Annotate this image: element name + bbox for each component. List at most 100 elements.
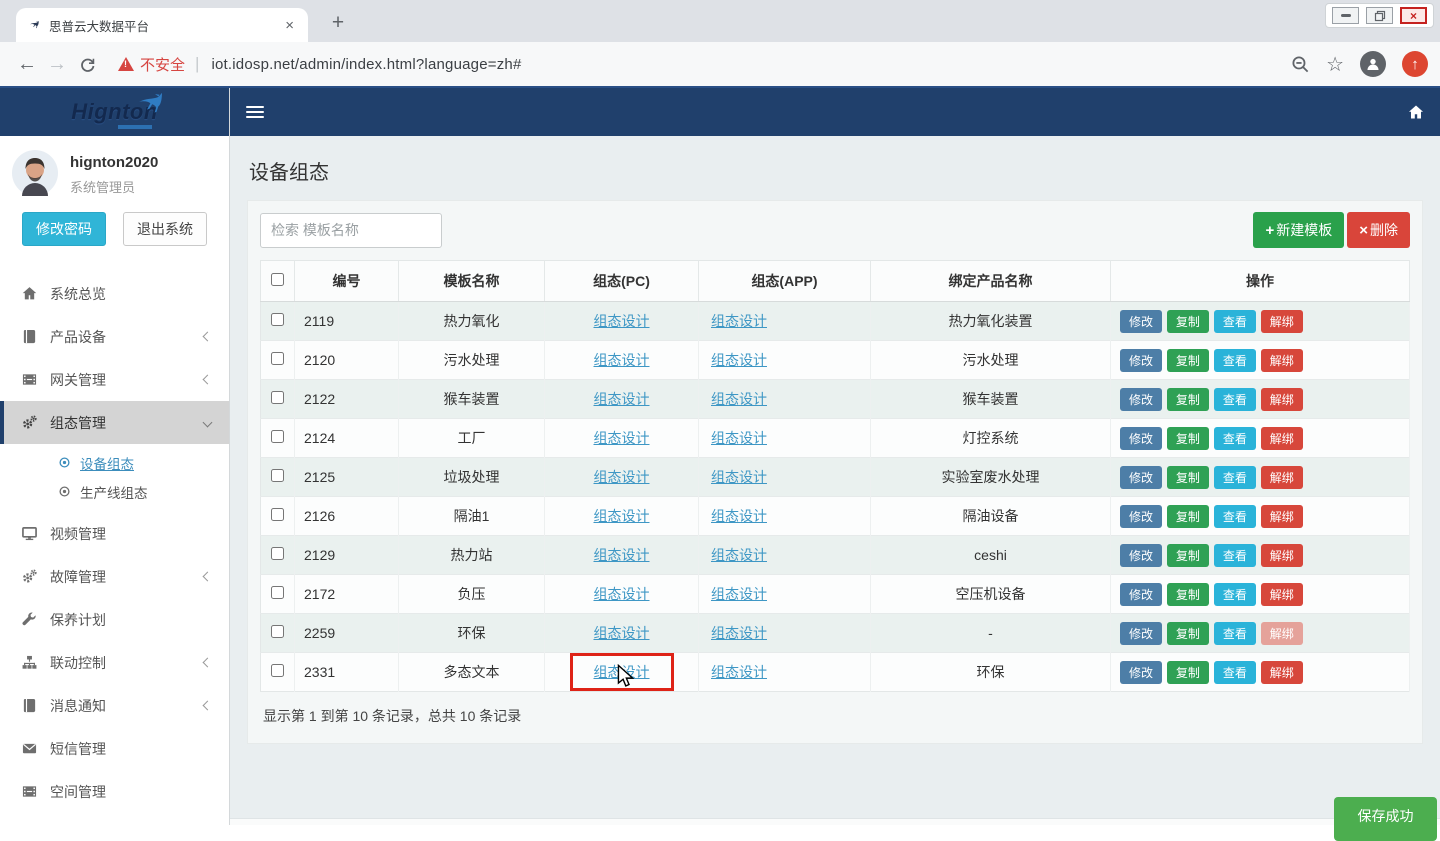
copy-button[interactable]: 复制 (1167, 583, 1209, 606)
unbind-button[interactable]: 解绑 (1261, 466, 1303, 489)
delete-button[interactable]: ×删除 (1347, 212, 1410, 248)
modify-button[interactable]: 修改 (1120, 661, 1162, 684)
config-design-app-link[interactable]: 组态设计 (711, 508, 767, 524)
modify-button[interactable]: 修改 (1120, 622, 1162, 645)
config-design-app-link[interactable]: 组态设计 (711, 586, 767, 602)
config-design-pc-link[interactable]: 组态设计 (594, 586, 650, 602)
logout-button[interactable]: 退出系统 (123, 212, 207, 246)
modify-button[interactable]: 修改 (1120, 466, 1162, 489)
sidebar-item-notifications[interactable]: 消息通知 (0, 684, 229, 727)
row-checkbox[interactable] (271, 508, 284, 521)
config-design-pc-link[interactable]: 组态设计 (594, 313, 650, 329)
new-template-button[interactable]: +新建模板 (1253, 212, 1344, 248)
browser-tab[interactable]: 思普云大数据平台 × (16, 8, 308, 42)
tab-close-icon[interactable]: × (281, 17, 298, 34)
config-design-pc-link[interactable]: 组态设计 (594, 430, 650, 446)
view-button[interactable]: 查看 (1214, 466, 1256, 489)
reload-icon[interactable] (72, 56, 102, 73)
unbind-button[interactable]: 解绑 (1261, 661, 1303, 684)
row-checkbox[interactable] (271, 313, 284, 326)
sidebar-item-gateway[interactable]: 网关管理 (0, 358, 229, 401)
view-button[interactable]: 查看 (1214, 622, 1256, 645)
modify-button[interactable]: 修改 (1120, 583, 1162, 606)
row-checkbox[interactable] (271, 391, 284, 404)
select-all-checkbox[interactable] (271, 273, 284, 286)
unbind-button[interactable]: 解绑 (1261, 544, 1303, 567)
config-design-app-link[interactable]: 组态设计 (711, 391, 767, 407)
row-checkbox[interactable] (271, 586, 284, 599)
copy-button[interactable]: 复制 (1167, 661, 1209, 684)
copy-button[interactable]: 复制 (1167, 466, 1209, 489)
unbind-button[interactable]: 解绑 (1261, 349, 1303, 372)
unbind-button[interactable]: 解绑 (1261, 622, 1303, 645)
sidebar-item-sms[interactable]: 短信管理 (0, 727, 229, 770)
change-password-button[interactable]: 修改密码 (22, 212, 106, 246)
sidebar-item-production-line-config[interactable]: 生产线组态 (0, 477, 229, 506)
config-design-pc-link[interactable]: 组态设计 (594, 547, 650, 563)
unbind-button[interactable]: 解绑 (1261, 583, 1303, 606)
view-button[interactable]: 查看 (1214, 427, 1256, 450)
view-button[interactable]: 查看 (1214, 583, 1256, 606)
config-design-pc-link[interactable]: 组态设计 (594, 508, 650, 524)
config-design-pc-link[interactable]: 组态设计 (594, 469, 650, 485)
unbind-button[interactable]: 解绑 (1261, 388, 1303, 411)
config-design-app-link[interactable]: 组态设计 (711, 625, 767, 641)
modify-button[interactable]: 修改 (1120, 544, 1162, 567)
search-input[interactable] (260, 213, 442, 248)
unbind-button[interactable]: 解绑 (1261, 505, 1303, 528)
copy-button[interactable]: 复制 (1167, 622, 1209, 645)
view-button[interactable]: 查看 (1214, 388, 1256, 411)
zoom-icon[interactable] (1291, 55, 1310, 74)
unbind-button[interactable]: 解绑 (1261, 427, 1303, 450)
row-checkbox[interactable] (271, 664, 284, 677)
sidebar-item-space[interactable]: 空间管理 (0, 770, 229, 813)
minimize-button[interactable] (1332, 7, 1359, 24)
config-design-app-link[interactable]: 组态设计 (711, 430, 767, 446)
copy-button[interactable]: 复制 (1167, 505, 1209, 528)
back-icon[interactable]: ← (12, 53, 42, 76)
config-design-app-link[interactable]: 组态设计 (711, 547, 767, 563)
sidebar-item-config-management[interactable]: 组态管理 (0, 401, 229, 444)
config-design-pc-link[interactable]: 组态设计 (594, 391, 650, 407)
row-checkbox[interactable] (271, 547, 284, 560)
new-tab-button[interactable]: + (324, 10, 352, 38)
config-design-pc-link[interactable]: 组态设计 (594, 352, 650, 368)
view-button[interactable]: 查看 (1214, 310, 1256, 333)
row-checkbox[interactable] (271, 469, 284, 482)
modify-button[interactable]: 修改 (1120, 310, 1162, 333)
unbind-button[interactable]: 解绑 (1261, 310, 1303, 333)
sidebar-item-linkage[interactable]: 联动控制 (0, 641, 229, 684)
config-design-app-link[interactable]: 组态设计 (711, 664, 767, 680)
copy-button[interactable]: 复制 (1167, 310, 1209, 333)
row-checkbox[interactable] (271, 352, 284, 365)
sidebar-item-video[interactable]: 视频管理 (0, 512, 229, 555)
copy-button[interactable]: 复制 (1167, 388, 1209, 411)
forward-icon[interactable]: → (42, 53, 72, 76)
config-design-pc-link[interactable]: 组态设计 (594, 625, 650, 641)
config-design-pc-link[interactable]: 组态设计 (594, 664, 650, 680)
row-checkbox[interactable] (271, 430, 284, 443)
modify-button[interactable]: 修改 (1120, 505, 1162, 528)
view-button[interactable]: 查看 (1214, 505, 1256, 528)
sidebar-item-product-devices[interactable]: 产品设备 (0, 315, 229, 358)
sidebar-item-device-config[interactable]: 设备组态 (0, 448, 229, 477)
sidebar-item-fault[interactable]: 故障管理 (0, 555, 229, 598)
browser-profile-icon[interactable] (1360, 51, 1386, 77)
config-design-app-link[interactable]: 组态设计 (711, 352, 767, 368)
row-checkbox[interactable] (271, 625, 284, 638)
view-button[interactable]: 查看 (1214, 544, 1256, 567)
bookmark-star-icon[interactable]: ☆ (1326, 52, 1344, 77)
copy-button[interactable]: 复制 (1167, 427, 1209, 450)
close-button[interactable]: × (1400, 7, 1427, 24)
copy-button[interactable]: 复制 (1167, 349, 1209, 372)
config-design-app-link[interactable]: 组态设计 (711, 313, 767, 329)
home-icon[interactable] (1408, 104, 1424, 120)
restore-button[interactable] (1366, 7, 1393, 24)
modify-button[interactable]: 修改 (1120, 349, 1162, 372)
address-bar[interactable]: 不安全 | iot.idosp.net/admin/index.html?lan… (118, 54, 1279, 75)
view-button[interactable]: 查看 (1214, 661, 1256, 684)
modify-button[interactable]: 修改 (1120, 427, 1162, 450)
config-design-app-link[interactable]: 组态设计 (711, 469, 767, 485)
browser-update-icon[interactable]: ↑ (1402, 51, 1428, 77)
modify-button[interactable]: 修改 (1120, 388, 1162, 411)
